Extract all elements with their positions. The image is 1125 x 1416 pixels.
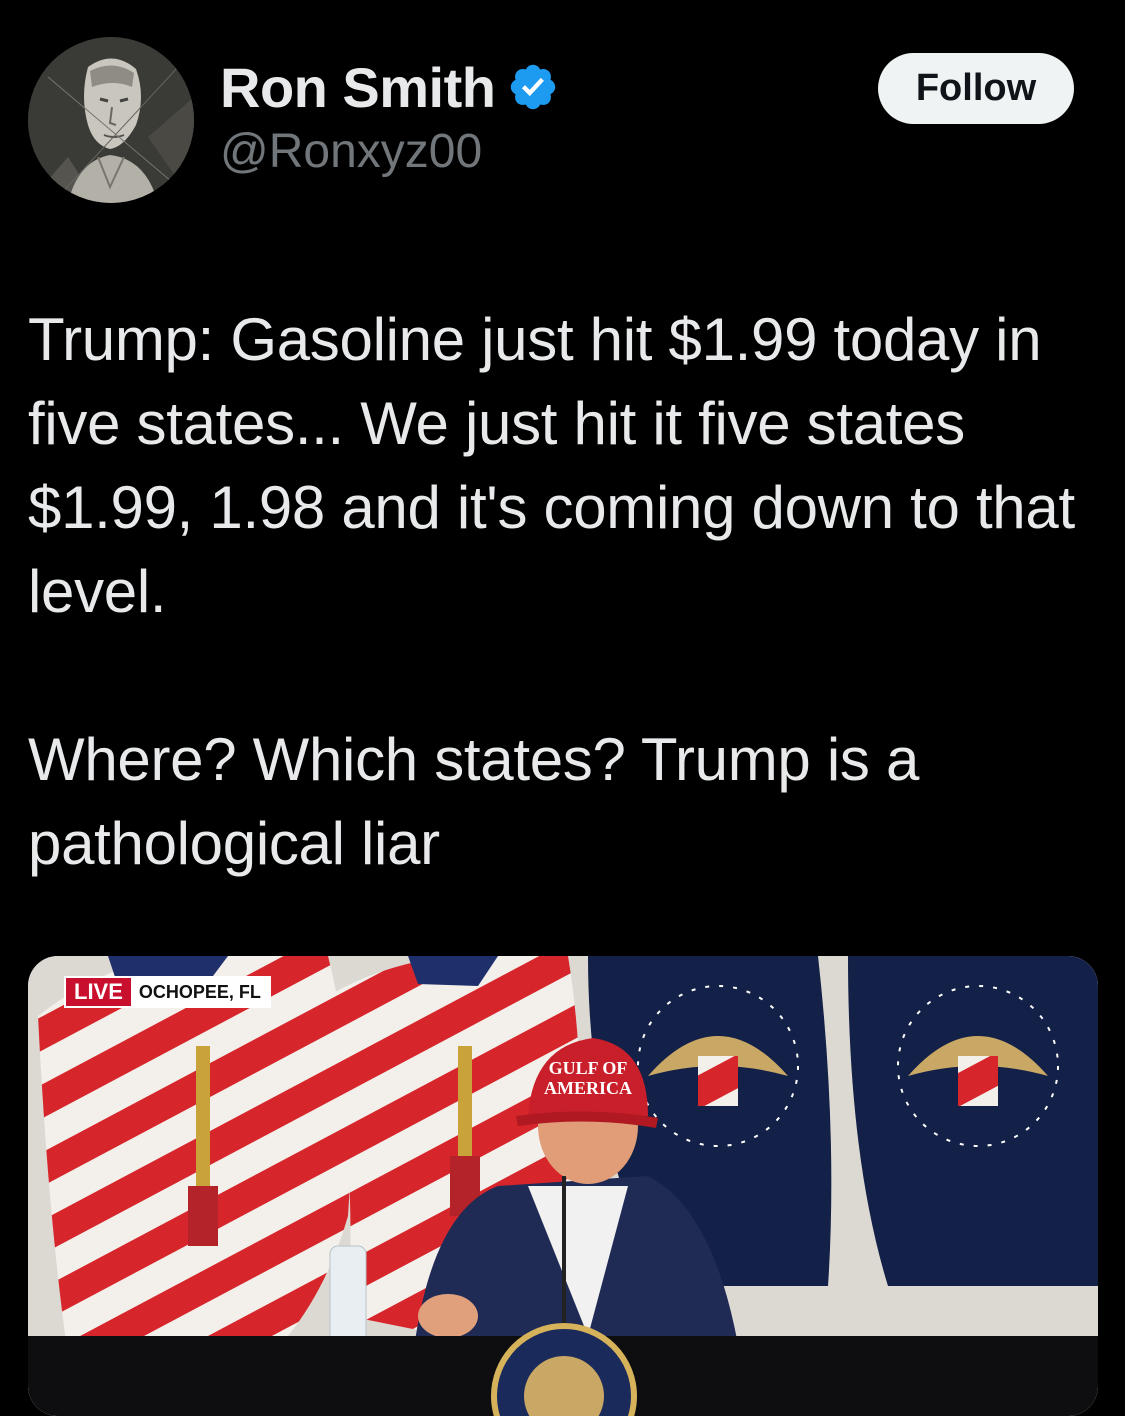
avatar[interactable] xyxy=(28,37,194,203)
avatar-image xyxy=(28,37,194,203)
display-name[interactable]: Ron Smith xyxy=(220,55,496,120)
press-conference-photo: GULF OF AMERICA xyxy=(28,956,1098,1416)
tweet-paragraph: Where? Which states? Trump is a patholog… xyxy=(28,726,920,877)
tweet-paragraph: Trump: Gasoline just hit $1.99 today in … xyxy=(28,306,1075,625)
author-handle[interactable]: @Ronxyz00 xyxy=(220,124,482,179)
cap-text-line2: AMERICA xyxy=(544,1078,632,1098)
tweet-text: Trump: Gasoline just hit $1.99 today in … xyxy=(28,298,1088,886)
media-image[interactable]: GULF OF AMERICA LIVE OCHOPEE, FL xyxy=(28,956,1098,1416)
live-badge: LIVE OCHOPEE, FL xyxy=(66,978,269,1006)
live-tag: LIVE xyxy=(66,978,131,1006)
tweet: Ron Smith @Ronxyz00 Follow Trump: Gasoli… xyxy=(0,0,1125,1416)
verified-badge-icon xyxy=(511,64,556,110)
live-location: OCHOPEE, FL xyxy=(130,978,269,1006)
author-name-row: Ron Smith xyxy=(220,52,559,122)
follow-button[interactable]: Follow xyxy=(878,53,1074,124)
cap-text-line1: GULF OF xyxy=(549,1058,628,1078)
